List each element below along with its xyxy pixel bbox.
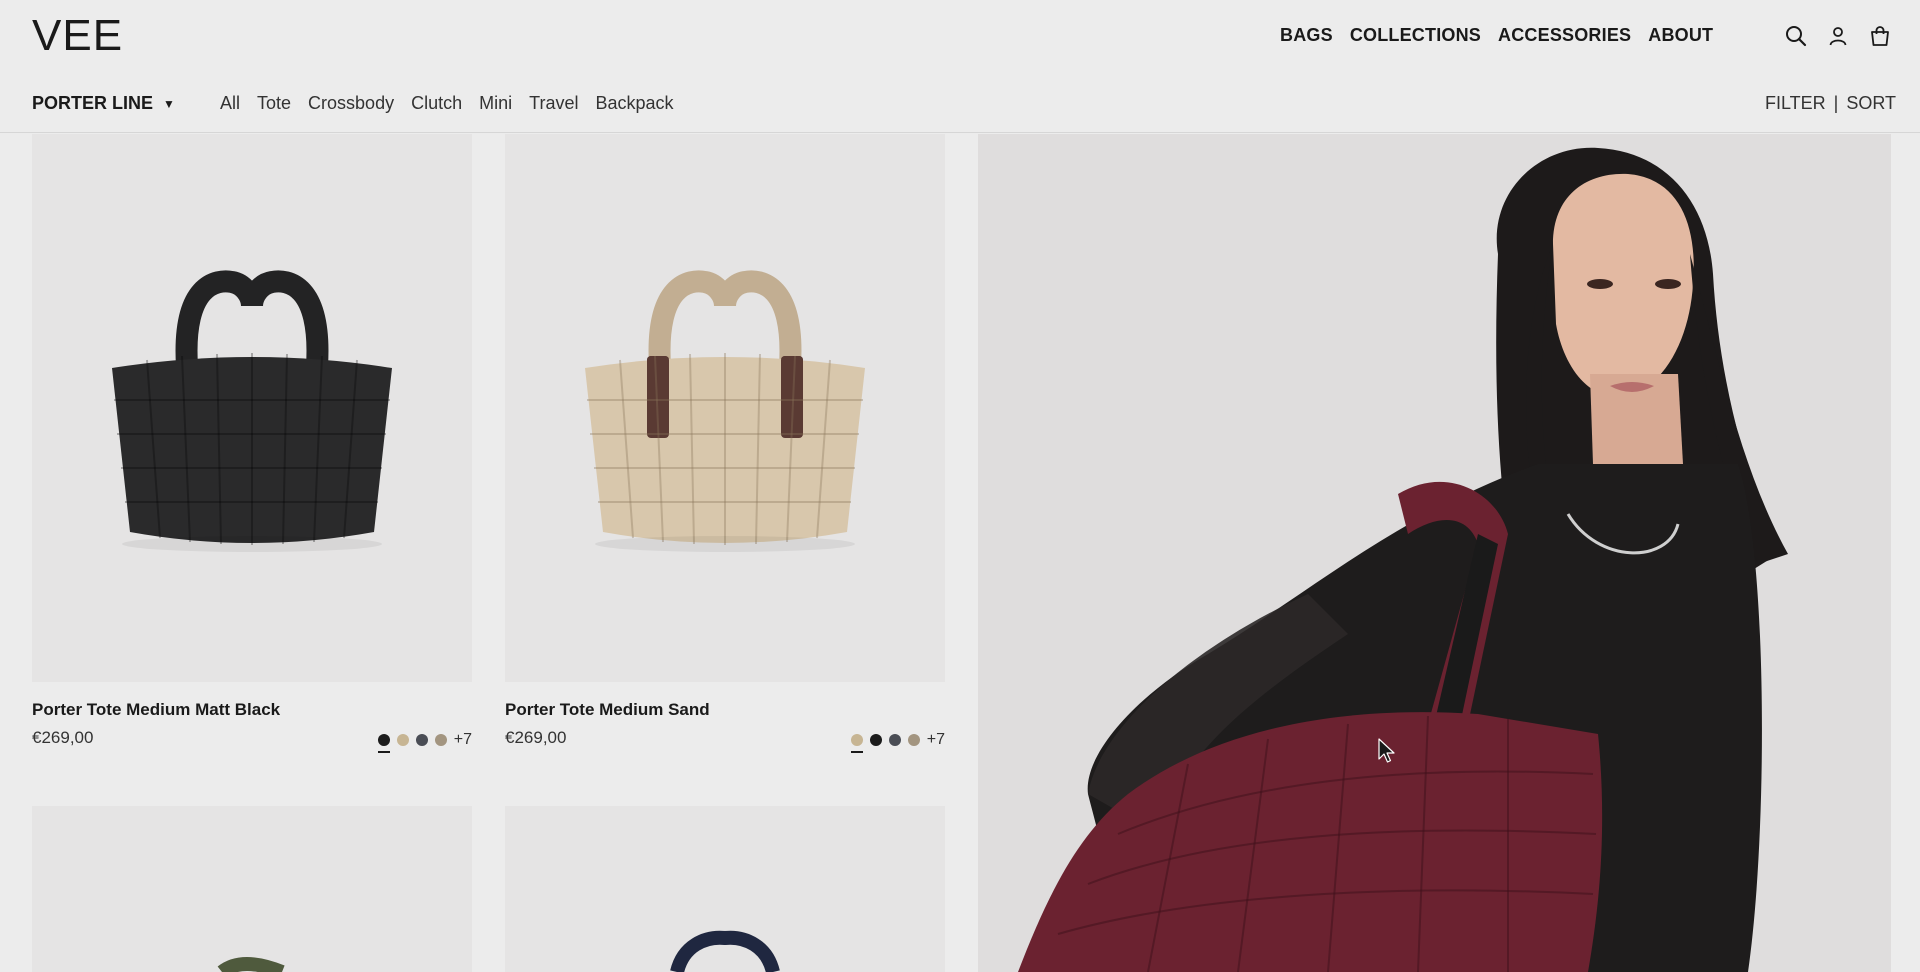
brand-logo[interactable]: VEE [32, 14, 123, 58]
main-nav: BAGS COLLECTIONS ACCESSORIES ABOUT [1280, 25, 1713, 46]
swatch-sand[interactable] [396, 734, 409, 746]
filter-button[interactable]: FILTER [1765, 93, 1826, 114]
product-image[interactable] [505, 806, 945, 972]
product-image[interactable] [32, 134, 472, 682]
swatch-taupe[interactable] [434, 734, 447, 746]
category-crossbody[interactable]: Crossbody [308, 93, 394, 114]
nav-about[interactable]: ABOUT [1648, 25, 1713, 46]
product-card[interactable] [505, 806, 945, 972]
product-title[interactable]: Porter Tote Medium Matt Black [32, 700, 280, 720]
product-price: €269,00 [505, 728, 567, 747]
more-colors[interactable]: +7 [927, 731, 945, 749]
swatch-slate[interactable] [415, 734, 428, 746]
category-all[interactable]: All [220, 93, 240, 114]
nav-collections[interactable]: COLLECTIONS [1350, 25, 1481, 46]
line-dropdown[interactable]: PORTER LINE ▼ [32, 93, 175, 114]
nav-accessories[interactable]: ACCESSORIES [1498, 25, 1631, 46]
category-backpack[interactable]: Backpack [595, 93, 673, 114]
search-icon[interactable] [1784, 24, 1808, 48]
account-icon[interactable] [1826, 24, 1850, 48]
product-title[interactable]: Porter Tote Medium Sand [505, 700, 710, 720]
nav-bags[interactable]: BAGS [1280, 25, 1333, 46]
swatch-slate[interactable] [888, 734, 901, 746]
header-actions [1784, 24, 1892, 48]
sub-nav: PORTER LINE ▼ All Tote Crossbody Clutch … [32, 92, 1896, 116]
color-swatches: +7 [377, 731, 472, 753]
bag-icon[interactable] [1868, 24, 1892, 48]
product-card[interactable]: Porter Tote Medium Matt Black €269,00 +7 [32, 134, 472, 753]
color-swatches: +7 [850, 731, 945, 753]
product-image[interactable] [505, 134, 945, 682]
sort-button[interactable]: SORT [1846, 93, 1896, 114]
line-dropdown-label: PORTER LINE [32, 93, 154, 113]
category-filters: All Tote Crossbody Clutch Mini Travel Ba… [220, 93, 674, 114]
product-card[interactable]: Porter Tote Medium Sand €269,00 +7 [505, 134, 945, 753]
swatch-sand[interactable] [850, 734, 863, 753]
product-price: €269,00 [32, 728, 94, 747]
category-tote[interactable]: Tote [257, 93, 291, 114]
caret-down-icon: ▼ [163, 96, 175, 111]
category-travel[interactable]: Travel [529, 93, 578, 114]
site-header: VEE BAGS COLLECTIONS ACCESSORIES ABOUT P… [0, 0, 1920, 133]
category-mini[interactable]: Mini [479, 93, 512, 114]
swatch-black[interactable] [869, 734, 882, 746]
category-clutch[interactable]: Clutch [411, 93, 462, 114]
campaign-image[interactable] [978, 134, 1891, 972]
product-image[interactable] [32, 806, 472, 972]
swatch-black[interactable] [377, 734, 390, 753]
divider: | [1833, 93, 1839, 113]
swatch-taupe[interactable] [907, 734, 920, 746]
filter-sort: FILTER | SORT [1765, 93, 1896, 114]
more-colors[interactable]: +7 [454, 731, 472, 749]
mouse-cursor-icon [1378, 738, 1396, 769]
product-card[interactable] [32, 806, 472, 972]
